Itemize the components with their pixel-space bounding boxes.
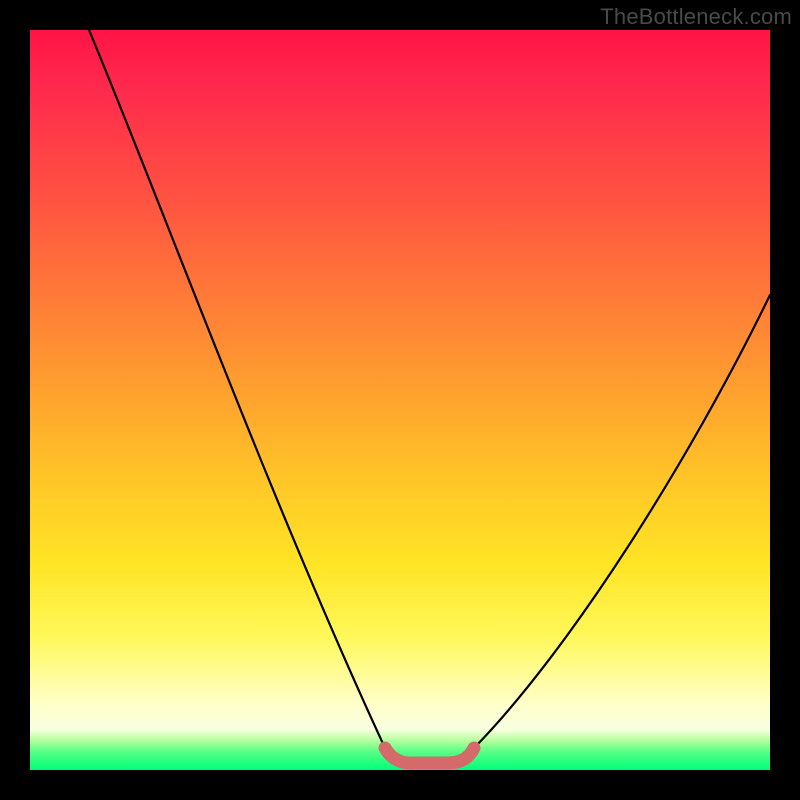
curve-right-branch [474,295,770,748]
chart-frame: TheBottleneck.com [0,0,800,800]
plot-area [30,30,770,770]
bottleneck-curve [30,30,770,770]
curve-left-branch [89,30,385,748]
valley-highlight-band [385,748,474,763]
watermark-text: TheBottleneck.com [600,4,792,30]
